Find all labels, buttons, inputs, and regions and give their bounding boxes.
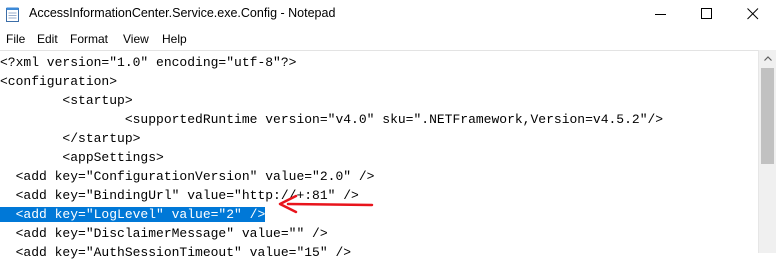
window-title: AccessInformationCenter.Service.exe.Conf…: [29, 6, 336, 20]
notepad-icon: [6, 7, 19, 22]
line-text: <add key="ConfigurationVersion" value="2…: [0, 169, 375, 184]
line-text: <configuration>: [0, 74, 118, 89]
line-text: <startup>: [0, 93, 133, 108]
minimize-icon: [655, 14, 666, 15]
menu-edit[interactable]: Edit: [37, 32, 58, 46]
menu-format[interactable]: Format: [70, 32, 108, 46]
menu-help[interactable]: Help: [162, 32, 187, 46]
line-text: <?xml version="1.0" encoding="utf-8"?>: [0, 55, 297, 70]
line-text: </startup>: [0, 131, 141, 146]
text-line: <?xml version="1.0" encoding="utf-8"?>: [0, 53, 296, 72]
text-line: <appSettings>: [0, 148, 164, 167]
text-line: <supportedRuntime version="v4.0" sku=".N…: [0, 110, 663, 129]
line-text: <supportedRuntime version="v4.0" sku=".N…: [0, 112, 664, 127]
close-icon: [747, 8, 759, 20]
text-line: <startup>: [0, 91, 133, 110]
selected-text: <add key="LogLevel" value="2" />: [0, 207, 266, 222]
title-bar[interactable]: AccessInformationCenter.Service.exe.Conf…: [0, 0, 776, 29]
vertical-scrollbar[interactable]: [758, 50, 776, 253]
close-button[interactable]: [730, 0, 776, 29]
scroll-thumb[interactable]: [761, 68, 774, 164]
red-arrow-annotation-icon: [278, 194, 374, 214]
scroll-up-button[interactable]: [759, 50, 776, 67]
minimize-button[interactable]: [638, 0, 684, 29]
line-text: <appSettings>: [0, 150, 164, 165]
text-line: <configuration>: [0, 72, 117, 91]
text-line: <add key="ConfigurationVersion" value="2…: [0, 167, 375, 186]
text-editor[interactable]: <?xml version="1.0" encoding="utf-8"?> <…: [0, 50, 758, 260]
menu-file[interactable]: File: [6, 32, 25, 46]
chevron-up-icon: [764, 56, 772, 61]
menu-bar: File Edit Format View Help: [0, 29, 776, 49]
menu-view[interactable]: View: [123, 32, 149, 46]
selected-text-line: <add key="LogLevel" value="2" />: [0, 205, 266, 224]
line-text: <add key="DisclaimerMessage" value="" />: [0, 226, 328, 241]
maximize-button[interactable]: [684, 0, 730, 29]
text-line: </startup>: [0, 129, 140, 148]
notepad-window: AccessInformationCenter.Service.exe.Conf…: [0, 0, 776, 260]
maximize-icon: [701, 8, 712, 19]
text-line: <add key="DisclaimerMessage" value="" />: [0, 224, 328, 243]
